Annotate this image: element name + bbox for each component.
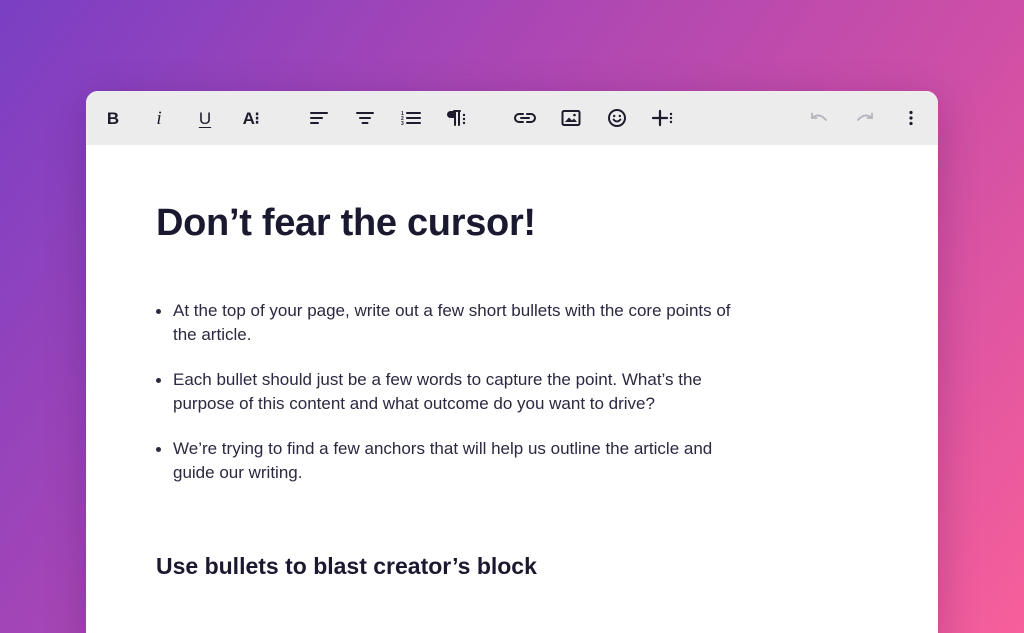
bullet-dot (156, 309, 161, 314)
paragraph-icon (447, 110, 466, 126)
underline-icon: U (198, 108, 212, 128)
bullet-dot (156, 447, 161, 452)
align-left-icon (310, 112, 328, 124)
bold-icon: B (106, 108, 120, 128)
align-center-button[interactable] (347, 100, 383, 136)
image-button[interactable] (553, 100, 589, 136)
align-left-button[interactable] (301, 100, 337, 136)
more-vertical-icon (909, 110, 913, 126)
numbered-list-icon: 1 2 3 (401, 111, 421, 126)
emoji-button[interactable] (599, 100, 635, 136)
undo-icon (811, 112, 827, 121)
svg-text:3: 3 (401, 121, 404, 126)
align-center-icon (356, 112, 374, 124)
list-item-text: We’re trying to find a few anchors that … (173, 439, 713, 482)
image-icon (561, 110, 581, 126)
emoji-icon (608, 109, 626, 127)
link-button[interactable] (507, 100, 543, 136)
undo-button[interactable] (801, 100, 837, 136)
italic-button[interactable]: i (141, 100, 177, 136)
underline-button[interactable]: U (187, 100, 223, 136)
numbered-list-button[interactable]: 1 2 3 (393, 100, 429, 136)
list-item[interactable]: We’re trying to find a few anchors that … (156, 437, 756, 484)
font-size-button[interactable]: A⁝ (233, 100, 269, 136)
list-item[interactable]: At the top of your page, write out a few… (156, 299, 756, 346)
list-item-text: Each bullet should just be a few words t… (173, 370, 702, 413)
editor-window: B i U A⁝ 1 2 3 Don’t fear the cursor! At… (86, 91, 938, 633)
more-options-button[interactable] (893, 100, 929, 136)
section-heading[interactable]: Use bullets to blast creator’s block (156, 553, 537, 580)
bullet-list: At the top of your page, write out a few… (156, 299, 756, 484)
link-icon (514, 113, 536, 123)
bold-button[interactable]: B (95, 100, 131, 136)
insert-button[interactable] (645, 100, 681, 136)
list-item[interactable]: Each bullet should just be a few words t… (156, 368, 756, 415)
italic-icon: i (156, 107, 162, 129)
document-title[interactable]: Don’t fear the cursor! (156, 202, 536, 245)
list-item-text: At the top of your page, write out a few… (173, 301, 731, 344)
formatting-toolbar: B i U A⁝ 1 2 3 (86, 91, 938, 145)
redo-button[interactable] (847, 100, 883, 136)
font-size-icon: A⁝ (242, 108, 260, 128)
bullet-dot (156, 378, 161, 383)
redo-icon (857, 112, 873, 121)
paragraph-button[interactable] (439, 100, 475, 136)
plus-icon (652, 109, 673, 127)
